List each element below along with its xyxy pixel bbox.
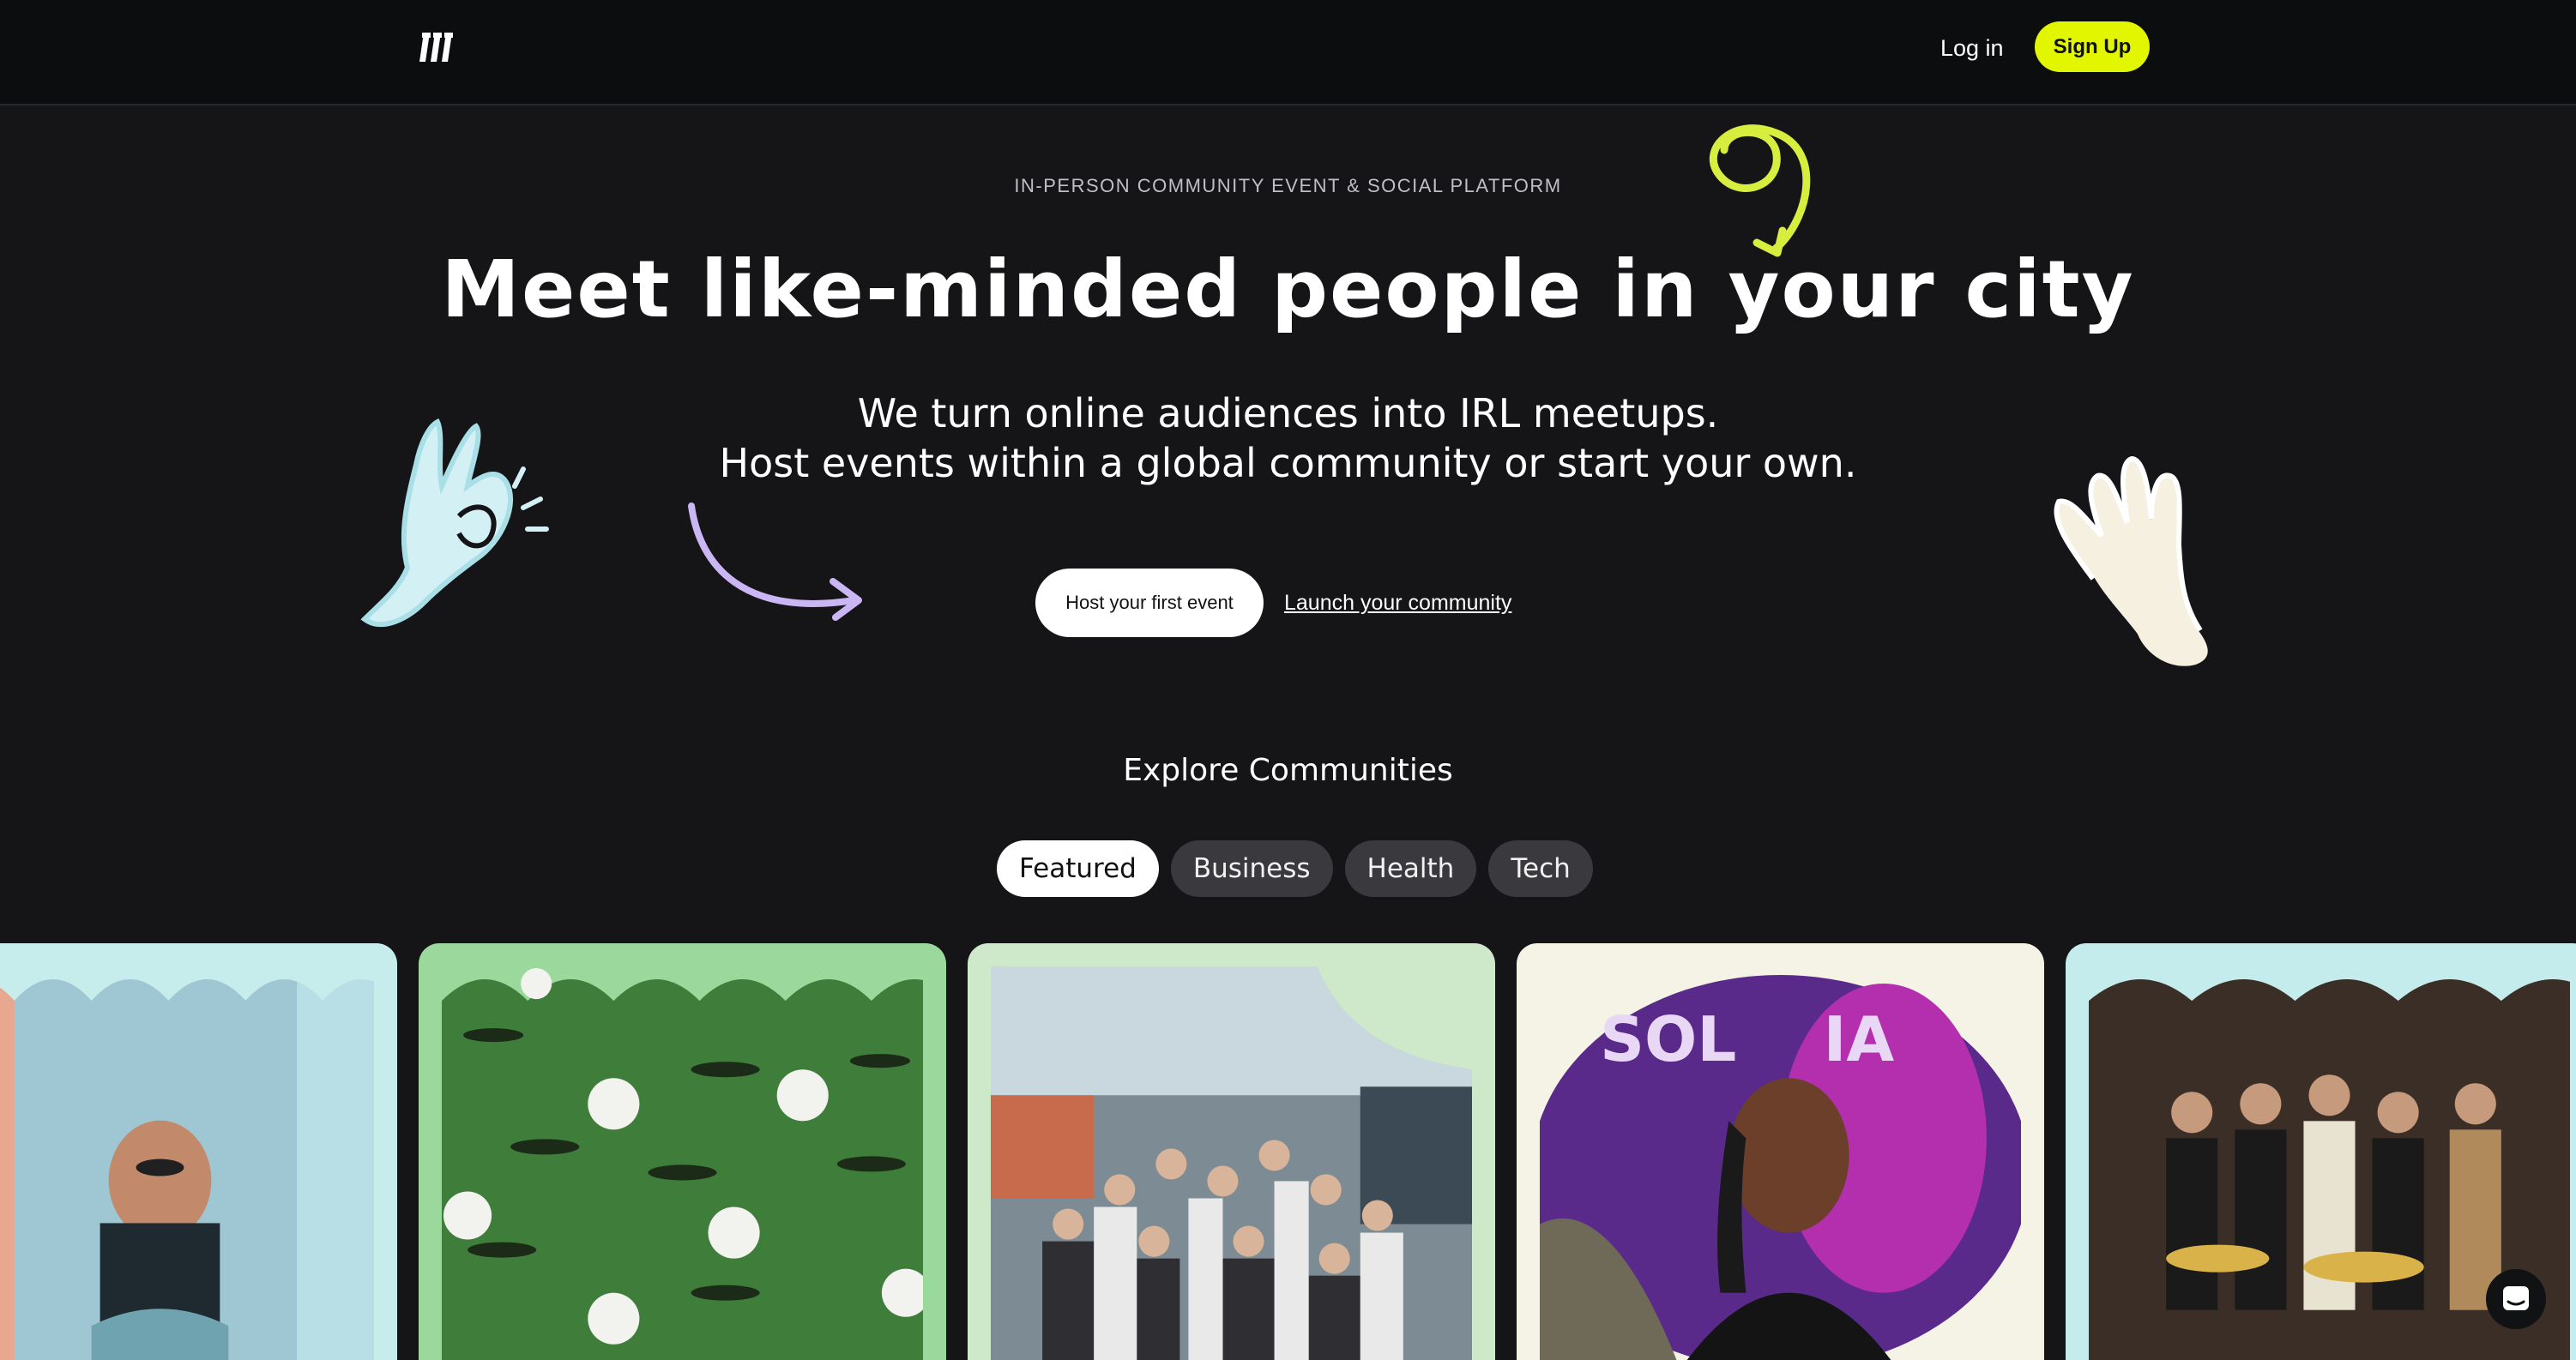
waving-hand-doodle-icon — [2054, 455, 2211, 670]
meditation-man-photo — [0, 966, 374, 1360]
hero-eyebrow: IN-PERSON COMMUNITY EVENT & SOCIAL PLATF… — [1014, 175, 1562, 196]
woman-solana-event-photo: SOL IA — [1540, 966, 2021, 1360]
top-nav: Log in Sign Up — [0, 0, 2576, 105]
tab-health[interactable]: Health — [1344, 840, 1477, 897]
ok-hand-doodle-icon — [360, 418, 549, 628]
host-first-event-button[interactable]: Host your first event — [1035, 569, 1264, 637]
community-category-tabs: Featured Business Health Tech — [997, 840, 1593, 897]
community-card-meditation[interactable] — [0, 943, 397, 1360]
chat-bubble-icon — [2503, 1286, 2529, 1310]
tab-tech[interactable]: Tech — [1488, 840, 1593, 897]
signup-button[interactable]: Sign Up — [2035, 21, 2150, 72]
group-bar-meetup-photo — [991, 966, 1472, 1360]
hero-headline: Meet like-minded people in your city — [441, 244, 2135, 335]
community-card-bar-meetup[interactable] — [968, 943, 1495, 1360]
svg-text:IA: IA — [1824, 1004, 1895, 1076]
chat-launcher-button[interactable] — [2486, 1269, 2546, 1329]
tab-featured[interactable]: Featured — [997, 840, 1159, 897]
loop-arrow-doodle-icon — [1709, 124, 1811, 257]
community-card-solana[interactable]: SOL IA — [1517, 943, 2044, 1360]
curved-arrow-doodle-icon — [688, 502, 862, 621]
svg-text:SOL: SOL — [1600, 1004, 1736, 1076]
login-link[interactable]: Log in — [1940, 31, 2004, 65]
explore-communities-title: Explore Communities — [1123, 753, 1453, 788]
golf-balls-on-green-photo — [442, 966, 923, 1360]
brand-logo-icon[interactable] — [419, 29, 455, 65]
tab-business[interactable]: Business — [1170, 840, 1333, 897]
page: Log in Sign Up IN-PERSON COMMUNITY EVENT… — [0, 0, 2576, 1360]
community-card-golf[interactable] — [419, 943, 946, 1360]
launch-community-link[interactable]: Launch your community — [1284, 587, 1511, 618]
